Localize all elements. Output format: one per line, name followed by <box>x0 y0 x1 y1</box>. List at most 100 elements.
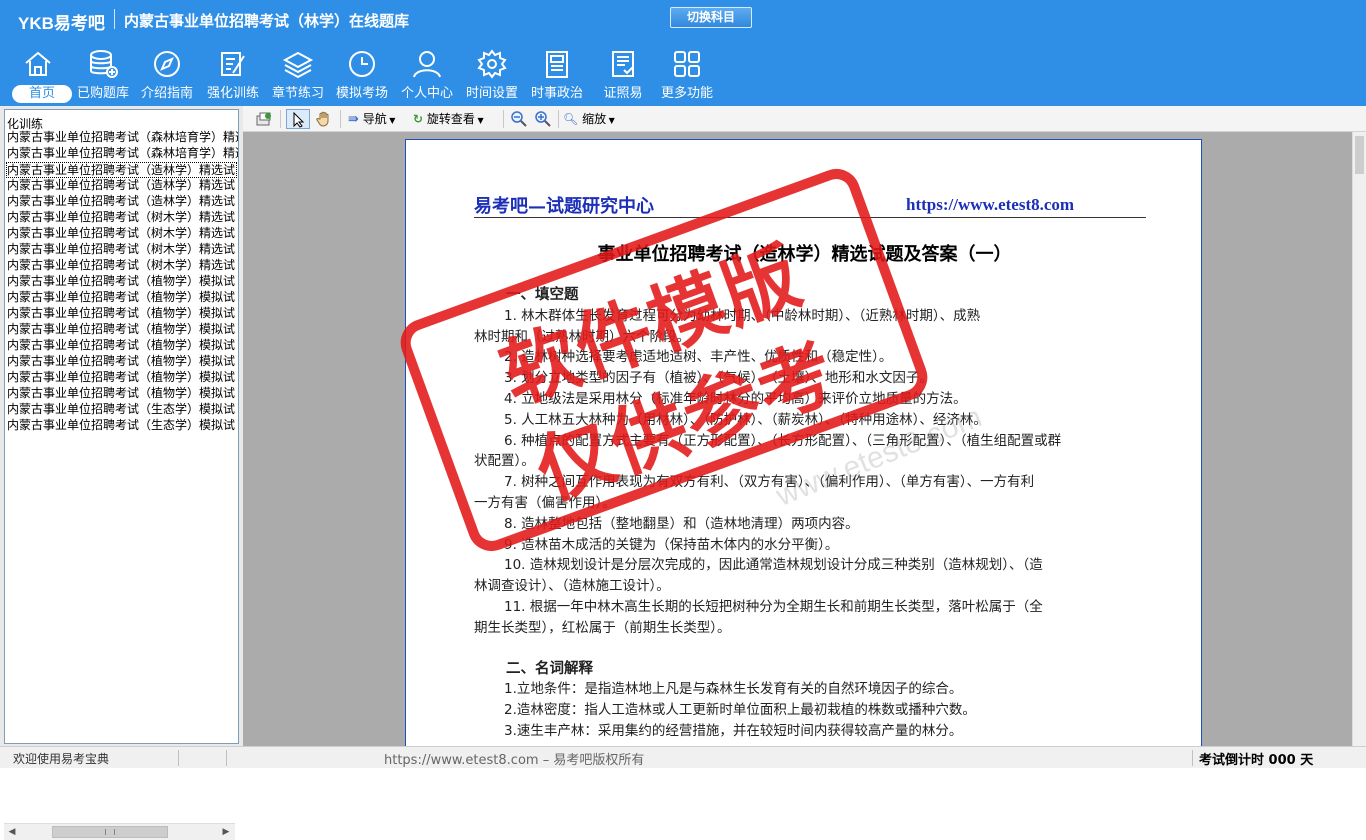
nav-label: 强化训练 <box>206 86 259 101</box>
zoom-dropdown[interactable]: 🔍︎ 缩放 ▼ <box>563 109 615 129</box>
toolbar-divider <box>503 110 504 128</box>
answer-line: 林调查设计）、（造林施工设计）。 <box>474 578 670 595</box>
answer-line: 11. 根据一年中林木高生长期的长短把树种分为全期生长和前期生长类型，落叶松属于… <box>504 598 1043 615</box>
list-item[interactable]: 内蒙古事业单位招聘考试（生态学）模拟试 <box>7 402 238 418</box>
list-item[interactable]: 内蒙古事业单位招聘考试（树木学）精选试 <box>7 258 238 274</box>
nav-label: 时事政治 <box>530 86 583 101</box>
nav-current-affairs[interactable]: 时事政治 <box>524 44 590 104</box>
answer-line: 10. 造林规划设计是分层次完成的，因此通常造林规划设计分成三种类别（造林规划）… <box>504 557 1043 574</box>
database-icon <box>90 50 118 78</box>
list-item[interactable]: 内蒙古事业单位招聘考试（树木学）精选试 <box>7 242 238 258</box>
list-item[interactable]: 内蒙古事业单位招聘考试（生态学）模拟试 <box>7 418 238 434</box>
clock-icon <box>349 51 375 77</box>
page-header-org: 易考吧—试题研究中心 <box>474 196 654 217</box>
scrollbar-thumb[interactable] <box>52 826 168 838</box>
navigation-dropdown[interactable]: ⇛ 导航 ▼ <box>348 109 395 129</box>
select-tool-button[interactable] <box>286 109 310 129</box>
nav-guide[interactable]: 介绍指南 <box>134 44 200 104</box>
list-item[interactable]: 内蒙古事业单位招聘考试（植物学）模拟试 <box>7 354 238 370</box>
edit-icon <box>221 52 245 76</box>
zoom-out-icon[interactable] <box>510 110 528 128</box>
nav-chapters[interactable]: 章节练习 <box>265 44 331 104</box>
list-item[interactable]: 内蒙古事业单位招聘考试（植物学）模拟试 <box>7 274 238 290</box>
list-item[interactable]: 内蒙古事业单位招聘考试（植物学）模拟试 <box>7 386 238 402</box>
exam-list-panel: 化训练 内蒙古事业单位招聘考试（森林培育学）精选 内蒙古事业单位招聘考试（森林培… <box>0 106 243 840</box>
list-item[interactable]: 内蒙古事业单位招聘考试（植物学）模拟试 <box>7 290 238 306</box>
gear-icon <box>477 49 507 79</box>
list-item[interactable]: 内蒙古事业单位招聘考试（造林学）精选试 <box>7 178 238 194</box>
nav-label: 模拟考场 <box>335 86 388 101</box>
viewer-toolbar: ⇛ 导航 ▼ ↻ 旋转查看 ▼ 🔍︎ 缩放 ▼ <box>243 106 1366 132</box>
caret-down-icon: ▼ <box>386 116 396 125</box>
list-item[interactable]: 内蒙古事业单位招聘考试（植物学）模拟试 <box>7 322 238 338</box>
list-item[interactable]: 内蒙古事业单位招聘考试（森林培育学）精选 <box>7 130 238 146</box>
exam-list[interactable]: 化训练 内蒙古事业单位招聘考试（森林培育学）精选 内蒙古事业单位招聘考试（森林培… <box>4 109 239 744</box>
nav-profile[interactable]: 个人中心 <box>394 44 460 104</box>
zoom-in-icon[interactable] <box>534 110 552 128</box>
status-bar: 欢迎使用易考宝典 https://www.etest8.com – 易考吧版权所… <box>0 746 1366 768</box>
navigation-label: 导航 <box>362 112 387 126</box>
grid-icon <box>674 51 700 77</box>
copyright-text: https://www.etest8.com – 易考吧版权所有 <box>384 753 645 768</box>
switch-subject-button[interactable]: 切换科目 <box>670 7 752 28</box>
list-item[interactable]: 内蒙古事业单位招聘考试（造林学）精选试 <box>7 194 238 210</box>
page-header-url: https://www.etest8.com <box>906 195 1075 214</box>
rotate-icon: ↻ <box>413 112 424 126</box>
nav-label: 首页 <box>12 85 72 103</box>
open-file-icon[interactable] <box>255 110 273 128</box>
title-bar: YKB易考吧 内蒙古事业单位招聘考试（林学）在线题库 切换科目 <box>0 0 1366 40</box>
exam-countdown: 考试倒计时 000 天 <box>1199 753 1314 768</box>
definition-line: 3.速生丰产林：采用集约的经营措施，并在较短时间内获得较高产量的林分。 <box>504 722 963 739</box>
layers-icon <box>282 51 314 79</box>
list-item[interactable]: 内蒙古事业单位招聘考试（植物学）模拟试 <box>7 370 238 386</box>
status-divider <box>226 750 227 766</box>
status-divider <box>1192 750 1193 766</box>
list-item-selected[interactable]: 内蒙古事业单位招聘考试（造林学）精选试 <box>6 162 237 178</box>
nav-label: 证照易 <box>603 86 643 101</box>
nav-certificates[interactable]: 证照易 <box>590 44 656 104</box>
section-heading: 二、名词解释 <box>506 660 593 677</box>
nav-purchased[interactable]: 已购题库 <box>70 44 136 104</box>
user-icon <box>413 51 441 78</box>
nav-label: 更多功能 <box>660 86 713 101</box>
arrow-right-icon: ⇛ <box>348 112 359 127</box>
cursor-icon <box>293 112 305 128</box>
nav-mock-exam[interactable]: 模拟考场 <box>329 44 395 104</box>
certificate-icon <box>612 51 634 77</box>
list-item[interactable]: 内蒙古事业单位招聘考试（植物学）模拟试 <box>7 338 238 354</box>
compass-icon <box>154 51 180 77</box>
app-header: YKB易考吧 内蒙古事业单位招聘考试（林学）在线题库 切换科目 首页 已购题库 … <box>0 0 1366 106</box>
vertical-scrollbar[interactable] <box>1352 132 1366 746</box>
rotate-label: 旋转查看 <box>426 112 475 126</box>
nav-training[interactable]: 强化训练 <box>200 44 266 104</box>
answer-line: 期生长类型），红松属于（前期生长类型）。 <box>474 619 731 636</box>
nav-home[interactable]: 首页 <box>5 44 72 104</box>
nav-label: 时间设置 <box>465 86 518 101</box>
rotate-dropdown[interactable]: ↻ 旋转查看 ▼ <box>413 109 484 129</box>
grip-icon <box>105 829 115 835</box>
list-item[interactable]: 内蒙古事业单位招聘考试（树木学）精选试 <box>7 226 238 242</box>
horizontal-scrollbar[interactable]: ◀ ▶ <box>4 823 235 840</box>
scroll-right-icon[interactable]: ▶ <box>220 826 232 838</box>
list-item[interactable]: 内蒙古事业单位招聘考试（植物学）模拟试 <box>7 306 238 322</box>
nav-label: 个人中心 <box>400 86 453 101</box>
hand-icon[interactable] <box>315 110 333 128</box>
nav-more[interactable]: 更多功能 <box>654 44 720 104</box>
toolbar-divider <box>558 110 559 128</box>
answer-line: 9. 造林苗木成活的关键为（保持苗木体内的水分平衡）。 <box>504 536 839 553</box>
app-title: 内蒙古事业单位招聘考试（林学）在线题库 <box>124 12 410 30</box>
scrollbar-thumb[interactable] <box>1355 136 1364 174</box>
list-item[interactable]: 内蒙古事业单位招聘考试（树木学）精选试 <box>7 210 238 226</box>
nav-label: 章节练习 <box>271 86 324 101</box>
brand-logo: YKB易考吧 <box>18 14 105 33</box>
list-item[interactable]: 内蒙古事业单位招聘考试（森林培育学）精选 <box>7 146 238 162</box>
scroll-left-icon[interactable]: ◀ <box>6 826 18 838</box>
nav-time-settings[interactable]: 时间设置 <box>459 44 525 104</box>
toolbar-divider <box>280 110 281 128</box>
caret-down-icon: ▼ <box>606 116 615 125</box>
home-icon <box>25 51 51 76</box>
status-divider <box>178 750 179 766</box>
zoom-label: 缩放 <box>582 112 607 126</box>
newspaper-icon <box>546 51 568 78</box>
